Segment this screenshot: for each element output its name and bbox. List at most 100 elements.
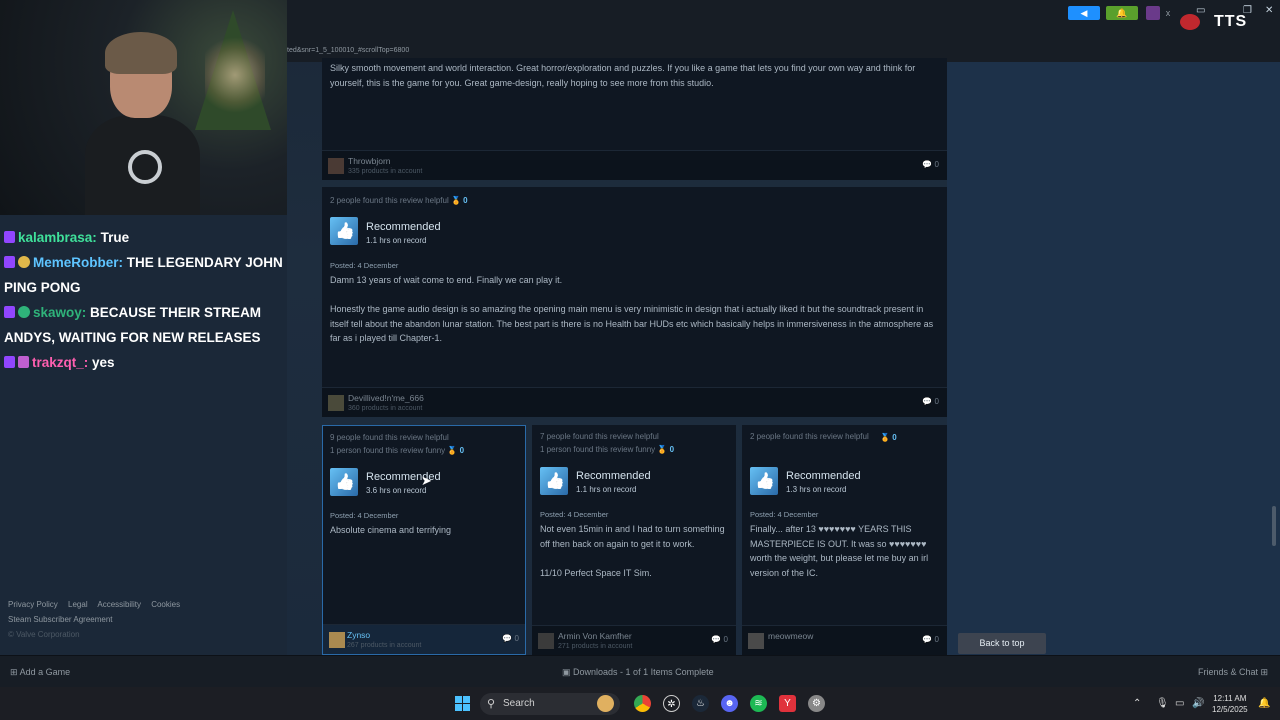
weather-icon[interactable] xyxy=(597,695,614,712)
spotify-icon[interactable]: ≋ xyxy=(750,695,767,712)
review-card: 2 people found this review helpful 🏅 0 R… xyxy=(322,187,947,417)
review-body: Finally... after 13 ♥♥♥♥♥♥♥ YEARS THIS M… xyxy=(750,524,929,578)
tray-overflow-chevron-icon[interactable]: ⌃ xyxy=(1133,698,1141,709)
chat-message: skawoy: BECAUSE THEIR STREAM ANDYS, WAIT… xyxy=(4,300,284,350)
avatar[interactable] xyxy=(748,633,764,649)
taskbar-search-label: Search xyxy=(503,698,535,709)
helpful-count: 9 people found this review helpful 1 pers… xyxy=(330,432,464,457)
avatar[interactable] xyxy=(328,158,344,174)
reviewer-name[interactable]: meowmeow xyxy=(768,631,813,641)
review-card-3[interactable]: 2 people found this review helpful 🏅 0 Re… xyxy=(742,425,947,655)
clock-time: 12:11 AM xyxy=(1213,694,1247,703)
steam-footer: Privacy Policy Legal Accessibility Cooki… xyxy=(8,597,188,642)
review-verdict[interactable]: Recommended xyxy=(576,470,651,482)
award-icon[interactable]: 🏅 0 xyxy=(880,433,897,442)
chat-message: trakzqt_: yes xyxy=(4,350,284,375)
footer-link[interactable]: Privacy Policy xyxy=(8,600,58,609)
reviewer-name[interactable]: Throwbjorn xyxy=(348,156,391,166)
comment-count[interactable]: 💬 0 xyxy=(711,635,728,644)
settings-gear-icon[interactable]: ⚙ xyxy=(808,695,825,712)
chrome-icon[interactable] xyxy=(634,695,651,712)
review-verdict[interactable]: Recommended xyxy=(786,470,861,482)
review-date: Posted: 4 December xyxy=(330,511,399,520)
comment-count[interactable]: 💬 0 xyxy=(922,635,939,644)
video-badge-icon xyxy=(18,356,29,368)
reviewer-name[interactable]: Devillived!n'me_666 xyxy=(348,393,424,403)
microphone-icon[interactable]: 🎙 xyxy=(1156,698,1169,709)
volume-icon[interactable]: 🔊 xyxy=(1192,698,1204,709)
downloads-label: Downloads - 1 of 1 Items Complete xyxy=(573,667,714,677)
downloads-status[interactable]: ▣ Downloads - 1 of 1 Items Complete xyxy=(562,667,714,678)
review-footer: Zynso 267 products in account 💬 0 xyxy=(323,624,525,654)
comment-count-value: 0 xyxy=(514,634,519,643)
review-body: Honestly the game audio design is so ama… xyxy=(330,304,934,343)
webcam-feed xyxy=(0,0,287,215)
review-body: Damn 13 years of wait come to end. Final… xyxy=(330,275,563,285)
chat-text: True xyxy=(100,230,130,245)
network-icon[interactable]: ▭ xyxy=(1175,698,1184,709)
friends-chat-button[interactable]: Friends & Chat ⊞ xyxy=(1198,667,1268,678)
review-hours: 3.6 hrs on record xyxy=(366,486,427,495)
minimize-icon[interactable]: ▭ xyxy=(1196,5,1205,16)
comment-count[interactable]: 💬 0 xyxy=(922,397,939,406)
thumbs-up-icon xyxy=(330,468,358,496)
funny-text: 1 person found this review funny xyxy=(540,444,656,454)
chat-text: yes xyxy=(92,355,115,370)
tree-lights-glow xyxy=(205,30,265,120)
footer-link[interactable]: Legal xyxy=(68,600,88,609)
comment-count-value: 0 xyxy=(934,397,939,406)
avatar[interactable] xyxy=(538,633,554,649)
award-count: 0 xyxy=(463,196,468,205)
helpful-text: 2 people found this review helpful xyxy=(330,196,449,205)
review-footer: Devillived!n'me_666 360 products in acco… xyxy=(322,387,947,417)
windows-start-icon[interactable] xyxy=(455,696,470,711)
award-icon[interactable]: 🏅 0 xyxy=(447,446,464,455)
chat-username: kalambrasa: xyxy=(18,230,97,245)
back-to-top-button[interactable]: Back to top xyxy=(958,633,1046,654)
reviewer-name[interactable]: Armin Von Kamfher xyxy=(558,631,632,641)
review-card: Silky smooth movement and world interact… xyxy=(322,58,947,180)
comment-count[interactable]: 💬 0 xyxy=(922,160,939,169)
comment-icon: 💬 xyxy=(711,635,722,644)
comment-count-value: 0 xyxy=(723,635,728,644)
review-card-2[interactable]: 7 people found this review helpful 1 pers… xyxy=(532,425,736,655)
discord-icon[interactable]: ☻ xyxy=(721,695,738,712)
avatar-icon[interactable] xyxy=(1146,6,1160,20)
funny-text: 1 person found this review funny xyxy=(330,445,446,455)
steam-icon[interactable]: ♨ xyxy=(692,695,709,712)
page-scrollbar[interactable] xyxy=(1272,506,1276,546)
clock-date: 12/5/2025 xyxy=(1212,705,1248,714)
footer-link[interactable]: Accessibility xyxy=(97,600,141,609)
app-icon[interactable]: Y xyxy=(779,695,796,712)
notification-bell-icon[interactable]: 🔔 xyxy=(1258,698,1270,709)
emote-badge-icon xyxy=(18,306,30,318)
chat-message: kalambrasa: True xyxy=(4,225,284,250)
helpful-text: 2 people found this review helpful xyxy=(750,432,869,441)
reviewer-products: 267 products in account xyxy=(347,642,422,649)
chatgpt-icon[interactable]: ✲ xyxy=(663,695,680,712)
award-count: 0 xyxy=(892,432,897,442)
close-small-icon[interactable]: x xyxy=(1163,6,1173,20)
avatar[interactable] xyxy=(329,632,345,648)
award-icon[interactable]: 🏅 0 xyxy=(657,445,674,454)
footer-link[interactable]: Cookies xyxy=(151,600,180,609)
avatar[interactable] xyxy=(328,395,344,411)
megaphone-icon[interactable]: ◀ xyxy=(1068,6,1100,20)
review-footer: Armin Von Kamfher 271 products in accoun… xyxy=(532,625,736,655)
footer-link[interactable]: Steam Subscriber Agreement xyxy=(8,612,188,627)
review-card-1[interactable]: 9 people found this review helpful 1 pers… xyxy=(322,425,526,655)
maximize-icon[interactable]: ❐ xyxy=(1243,5,1252,16)
comment-count[interactable]: 💬 0 xyxy=(502,634,519,643)
reviewer-name[interactable]: Zynso xyxy=(347,630,370,640)
page-side-band xyxy=(947,62,1280,655)
taskbar-clock[interactable]: 12:11 AM 12/5/2025 xyxy=(1212,693,1248,715)
award-icon[interactable]: 🏅 0 xyxy=(451,196,468,205)
comment-icon: 💬 xyxy=(922,397,933,406)
review-verdict[interactable]: Recommended xyxy=(366,221,441,233)
close-window-icon[interactable]: ✕ xyxy=(1265,5,1273,16)
bell-icon[interactable]: 🔔 xyxy=(1106,6,1138,20)
add-game-button[interactable]: ⊞ Add a Game xyxy=(10,667,70,678)
prime-badge-icon xyxy=(4,356,15,368)
comment-icon: 💬 xyxy=(502,634,513,643)
review-hours: 1.1 hrs on record xyxy=(366,236,427,245)
